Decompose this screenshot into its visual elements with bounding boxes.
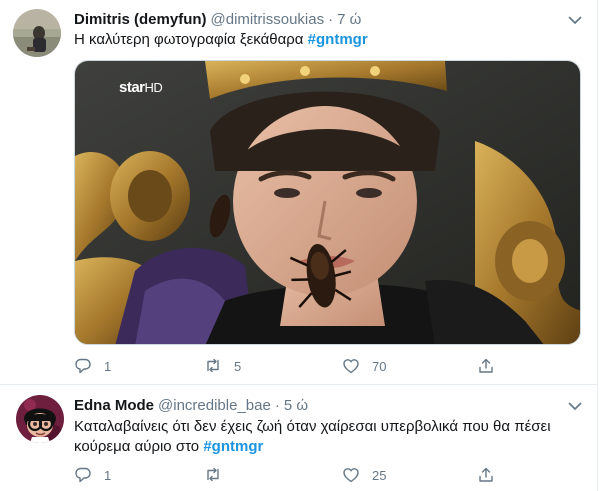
like-button[interactable]: 25 bbox=[342, 465, 386, 485]
tweet-text: Η καλύτερη φωτογραφία ξεκάθαρα #gntmgr bbox=[74, 30, 368, 50]
reply-icon bbox=[75, 467, 91, 483]
separator: · bbox=[274, 397, 280, 414]
user-handle[interactable]: @incredible_bae bbox=[158, 397, 271, 414]
retweet-button[interactable]: 5 bbox=[204, 356, 241, 376]
tweet-text-content: Η καλύτερη φωτογραφία ξεκάθαρα bbox=[74, 31, 304, 48]
reply-count: 1 bbox=[104, 467, 112, 483]
display-name[interactable]: Edna Mode bbox=[74, 397, 154, 414]
separator: · bbox=[328, 11, 334, 28]
retweet-icon bbox=[207, 467, 219, 482]
display-name[interactable]: Dimitris (demyfun) bbox=[74, 11, 207, 28]
avatar[interactable] bbox=[13, 9, 61, 57]
chevron-down-icon[interactable] bbox=[566, 11, 584, 29]
share-button[interactable] bbox=[477, 356, 495, 376]
heart-icon bbox=[343, 359, 359, 374]
reply-count: 1 bbox=[104, 358, 112, 374]
hashtag-link[interactable]: #gntmgr bbox=[308, 31, 368, 48]
tweet-photo[interactable]: starHD bbox=[74, 60, 581, 345]
tweet-actions: 1 5 70 bbox=[74, 356, 524, 376]
channel-logo: starHD bbox=[119, 79, 163, 96]
tweet-text-content: Καταλαβαίνεις ότι δεν έχεις ζωή όταν χαί… bbox=[74, 418, 551, 455]
chevron-down-icon[interactable] bbox=[566, 397, 584, 415]
share-button[interactable] bbox=[477, 465, 495, 485]
share-icon bbox=[479, 467, 493, 482]
timestamp[interactable]: 5 ώ bbox=[284, 397, 308, 414]
retweet-icon bbox=[207, 358, 219, 373]
photo-illustration bbox=[75, 61, 580, 344]
user-handle[interactable]: @dimitrissoukias bbox=[211, 11, 325, 28]
reply-icon bbox=[75, 358, 91, 374]
retweet-button[interactable] bbox=[204, 465, 234, 485]
tweet-header: Dimitris (demyfun) @dimitrissoukias · 7 ώ bbox=[74, 10, 361, 30]
tweet-text: Καταλαβαίνεις ότι δεν έχεις ζωή όταν χαί… bbox=[74, 417, 584, 457]
like-count: 70 bbox=[372, 358, 387, 374]
reply-button[interactable]: 1 bbox=[74, 465, 111, 485]
tweet-header: Edna Mode @incredible_bae · 5 ώ bbox=[74, 396, 308, 416]
tweet[interactable]: Edna Mode @incredible_bae · 5 ώ Καταλαβαίνε… bbox=[0, 385, 598, 491]
heart-icon bbox=[343, 468, 359, 483]
share-icon bbox=[479, 358, 493, 373]
avatar[interactable] bbox=[16, 395, 64, 443]
retweet-count: 5 bbox=[234, 358, 242, 374]
timestamp[interactable]: 7 ώ bbox=[337, 11, 361, 28]
timeline-border bbox=[597, 0, 598, 491]
like-button[interactable]: 70 bbox=[342, 356, 386, 376]
reply-button[interactable]: 1 bbox=[74, 356, 111, 376]
tweet[interactable]: Dimitris (demyfun) @dimitrissoukias · 7 ώ Η… bbox=[0, 0, 598, 384]
hashtag-link[interactable]: #gntmgr bbox=[203, 438, 263, 455]
like-count: 25 bbox=[372, 467, 387, 483]
tweet-actions: 1 25 bbox=[74, 465, 524, 485]
